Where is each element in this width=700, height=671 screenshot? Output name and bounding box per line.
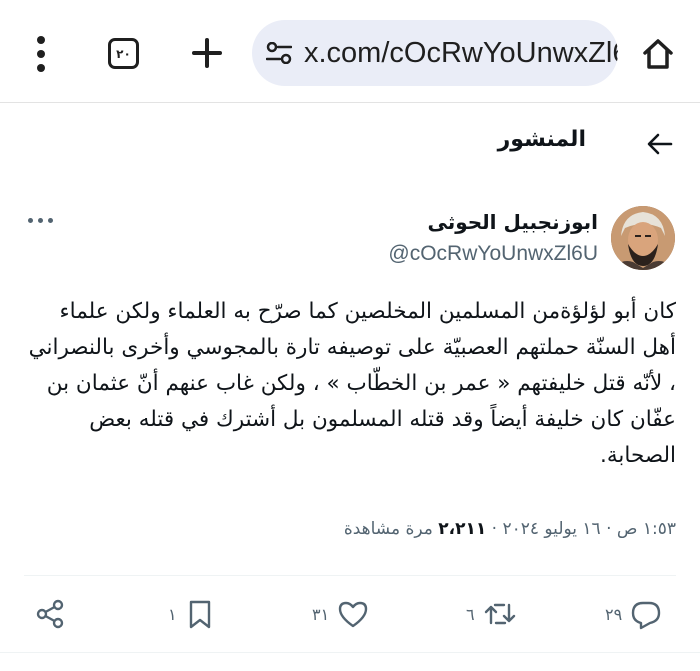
bookmark-icon <box>185 598 215 630</box>
post-date[interactable]: ١٦ يوليو ٢٠٢٤ <box>502 519 600 539</box>
bottom-divider <box>0 652 700 653</box>
author-handle[interactable]: @cOcRwYoUnwxZl6U <box>388 242 598 266</box>
reply-icon <box>630 598 662 630</box>
toolbar-divider <box>0 102 700 103</box>
heart-icon <box>337 598 369 630</box>
repost-count: ٦ <box>466 604 475 624</box>
url-text[interactable]: x.com/cOcRwYoUnwxZl6 <box>304 36 618 70</box>
post-time[interactable]: ١:٥٣ ص <box>617 519 676 539</box>
meta-separator: · <box>606 519 612 539</box>
more-options-icon[interactable] <box>28 216 54 226</box>
address-bar[interactable]: x.com/cOcRwYoUnwxZl6 <box>252 20 618 86</box>
bookmark-button[interactable]: ١ <box>168 596 215 632</box>
repost-icon <box>483 598 517 630</box>
author-name[interactable]: ابوزنجبيل الحوثى <box>427 210 598 234</box>
reply-button[interactable]: ٢٩ <box>605 596 662 632</box>
home-icon[interactable] <box>640 36 676 72</box>
repost-button[interactable]: ٦ <box>466 596 517 632</box>
like-count: ٣١ <box>312 604 330 624</box>
arrow-left-icon[interactable] <box>644 128 676 160</box>
browser-toolbar: ٢٠ x.com/cOcRwYoUnwxZl6 <box>0 0 700 103</box>
views-label: مرة مشاهدة <box>343 519 433 539</box>
like-button[interactable]: ٣١ <box>312 596 369 632</box>
page-title: المنشور <box>497 127 586 152</box>
three-dots-vertical-icon[interactable] <box>28 36 54 72</box>
meta-separator: · <box>491 519 498 539</box>
post-meta: ١:٥٣ ص · ١٦ يوليو ٢٠٢٤ · ٢،٢١١ مرة مشاهد… <box>344 519 676 539</box>
site-settings-icon[interactable] <box>266 42 292 64</box>
share-icon <box>34 598 66 630</box>
tab-switcher-button[interactable]: ٢٠ <box>108 38 139 69</box>
reply-count: ٢٩ <box>605 604 623 624</box>
avatar[interactable] <box>611 206 675 270</box>
bookmark-count: ١ <box>168 604 177 624</box>
tab-count: ٢٠ <box>116 46 131 61</box>
post-text: كان أبو لؤلؤةمن المسلمين المخلصين كما صر… <box>28 299 676 468</box>
plus-icon[interactable] <box>190 36 224 70</box>
views-count: ٢،٢١١ <box>438 519 487 539</box>
meta-divider <box>24 575 676 576</box>
share-button[interactable] <box>34 596 66 632</box>
